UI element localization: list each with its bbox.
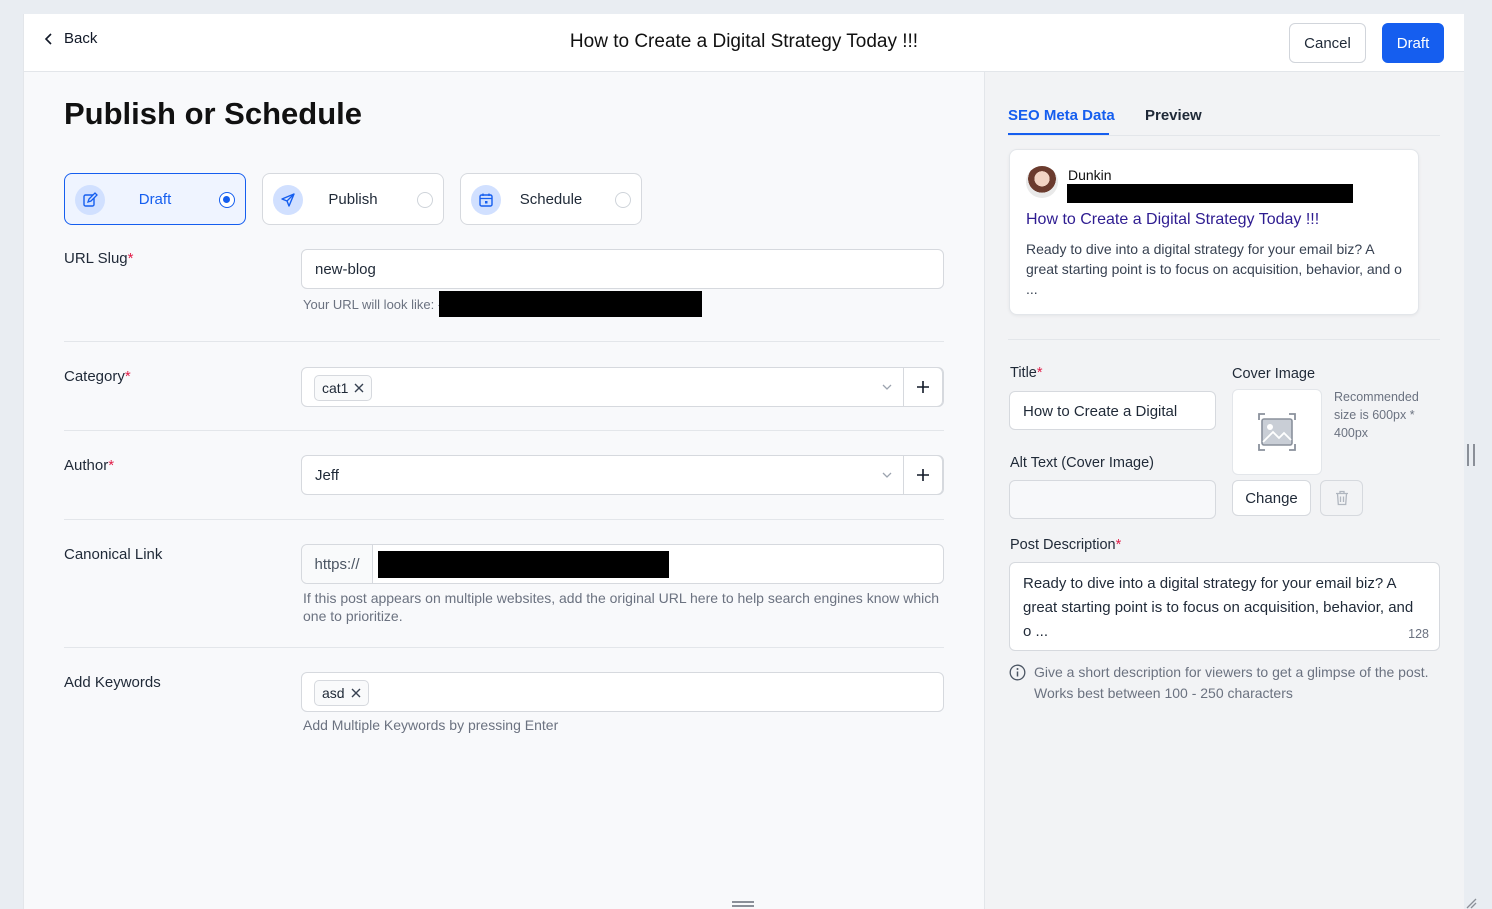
option-schedule-radio[interactable] <box>615 192 631 208</box>
remove-tag-icon[interactable] <box>351 688 361 698</box>
description-info: Give a short description for viewers to … <box>1009 662 1434 704</box>
category-select[interactable]: cat1 <box>301 367 944 407</box>
option-schedule[interactable]: Schedule <box>460 173 642 225</box>
tab-seo-meta-data[interactable]: SEO Meta Data <box>1008 107 1115 124</box>
author-value: Jeff <box>315 467 339 484</box>
author-label: Author* <box>64 457 115 474</box>
keywords-input[interactable]: asd <box>301 672 944 712</box>
info-icon <box>1009 664 1026 681</box>
redacted-url <box>439 291 702 317</box>
page-title: How to Create a Digital Strategy Today !… <box>569 31 919 52</box>
keywords-label: Add Keywords <box>64 674 161 691</box>
option-draft-label: Draft <box>138 191 172 208</box>
title-label: Title* <box>1010 365 1043 381</box>
keyword-tag: asd <box>314 680 369 706</box>
resize-handle-horizontal[interactable] <box>732 901 754 907</box>
redacted-preview-url <box>1067 184 1353 203</box>
chevron-down-icon[interactable] <box>881 381 893 393</box>
section-title: Publish or Schedule <box>64 96 362 131</box>
description-info-text: Give a short description for viewers to … <box>1034 664 1429 701</box>
option-publish[interactable]: Publish <box>262 173 444 225</box>
title-input[interactable]: How to Create a Digital <box>1009 391 1216 430</box>
category-label: Category* <box>64 368 131 385</box>
avatar <box>1026 166 1058 198</box>
post-description-value: Ready to dive into a digital strategy fo… <box>1023 575 1414 640</box>
remove-tag-icon[interactable] <box>354 383 364 393</box>
delete-cover-button[interactable] <box>1320 480 1363 516</box>
change-cover-button[interactable]: Change <box>1232 480 1311 516</box>
top-bar: Back How to Create a Digital Strategy To… <box>24 14 1464 72</box>
add-category-button[interactable] <box>903 367 943 407</box>
editor-window: Back How to Create a Digital Strategy To… <box>23 14 1464 909</box>
post-description-textarea[interactable]: Ready to dive into a digital strategy fo… <box>1009 562 1440 651</box>
publish-settings-panel: Publish or Schedule Draft Publish Schedu… <box>24 72 984 909</box>
cover-image-label: Cover Image <box>1232 366 1316 382</box>
canonical-link-label: Canonical Link <box>64 546 163 563</box>
trash-icon <box>1335 490 1348 506</box>
option-publish-radio[interactable] <box>417 192 433 208</box>
active-tab-indicator <box>1008 133 1109 135</box>
post-description-label: Post Description* <box>1010 537 1122 553</box>
preview-title: How to Create a Digital Strategy Today !… <box>1026 211 1320 228</box>
seo-sidebar: SEO Meta Data Preview Dunkin How to Crea… <box>984 72 1464 909</box>
character-count: 128 <box>1408 627 1429 641</box>
tabs-divider <box>1008 135 1440 136</box>
divider <box>64 341 944 342</box>
option-schedule-label: Schedule <box>519 191 583 208</box>
divider <box>64 519 944 520</box>
divider <box>1008 339 1440 340</box>
url-slug-value: new-blog <box>315 261 376 278</box>
url-prefix: https:// <box>302 545 373 583</box>
alt-text-input[interactable] <box>1009 480 1216 519</box>
title-value: How to Create a Digital <box>1023 403 1178 420</box>
option-draft[interactable]: Draft <box>64 173 246 225</box>
resize-corner-icon[interactable] <box>1465 897 1477 909</box>
cancel-button[interactable]: Cancel <box>1289 23 1366 63</box>
canonical-hint: If this post appears on multiple website… <box>303 590 940 624</box>
chevron-down-icon[interactable] <box>881 469 893 481</box>
cover-image-placeholder[interactable] <box>1232 389 1322 475</box>
alt-text-label: Alt Text (Cover Image) <box>1010 455 1154 471</box>
search-preview-card: Dunkin How to Create a Digital Strategy … <box>1009 149 1419 315</box>
canonical-link-input[interactable]: https:// <box>301 544 944 584</box>
divider <box>64 647 944 648</box>
preview-author: Dunkin <box>1068 167 1112 183</box>
preview-description: Ready to dive into a digital strategy fo… <box>1026 241 1402 297</box>
redacted-canonical-url <box>378 551 669 578</box>
draft-button[interactable]: Draft <box>1382 23 1444 63</box>
option-draft-radio[interactable] <box>219 192 235 208</box>
keywords-hint: Add Multiple Keywords by pressing Enter <box>303 717 559 733</box>
divider <box>64 430 944 431</box>
url-preview-hint: Your URL will look like: - <box>303 297 443 312</box>
resize-handle-vertical[interactable] <box>1467 444 1475 466</box>
image-icon <box>1258 413 1296 451</box>
plus-icon <box>917 381 929 393</box>
option-publish-label: Publish <box>328 191 378 208</box>
tab-preview[interactable]: Preview <box>1145 107 1202 124</box>
url-slug-label: URL Slug* <box>64 250 134 267</box>
add-author-button[interactable] <box>903 455 943 495</box>
cover-image-hint: Recommended size is 600px * 400px <box>1334 390 1419 440</box>
plus-icon <box>917 469 929 481</box>
category-tag: cat1 <box>314 375 373 401</box>
url-slug-input[interactable]: new-blog <box>301 249 944 289</box>
author-select[interactable]: Jeff <box>301 455 944 495</box>
